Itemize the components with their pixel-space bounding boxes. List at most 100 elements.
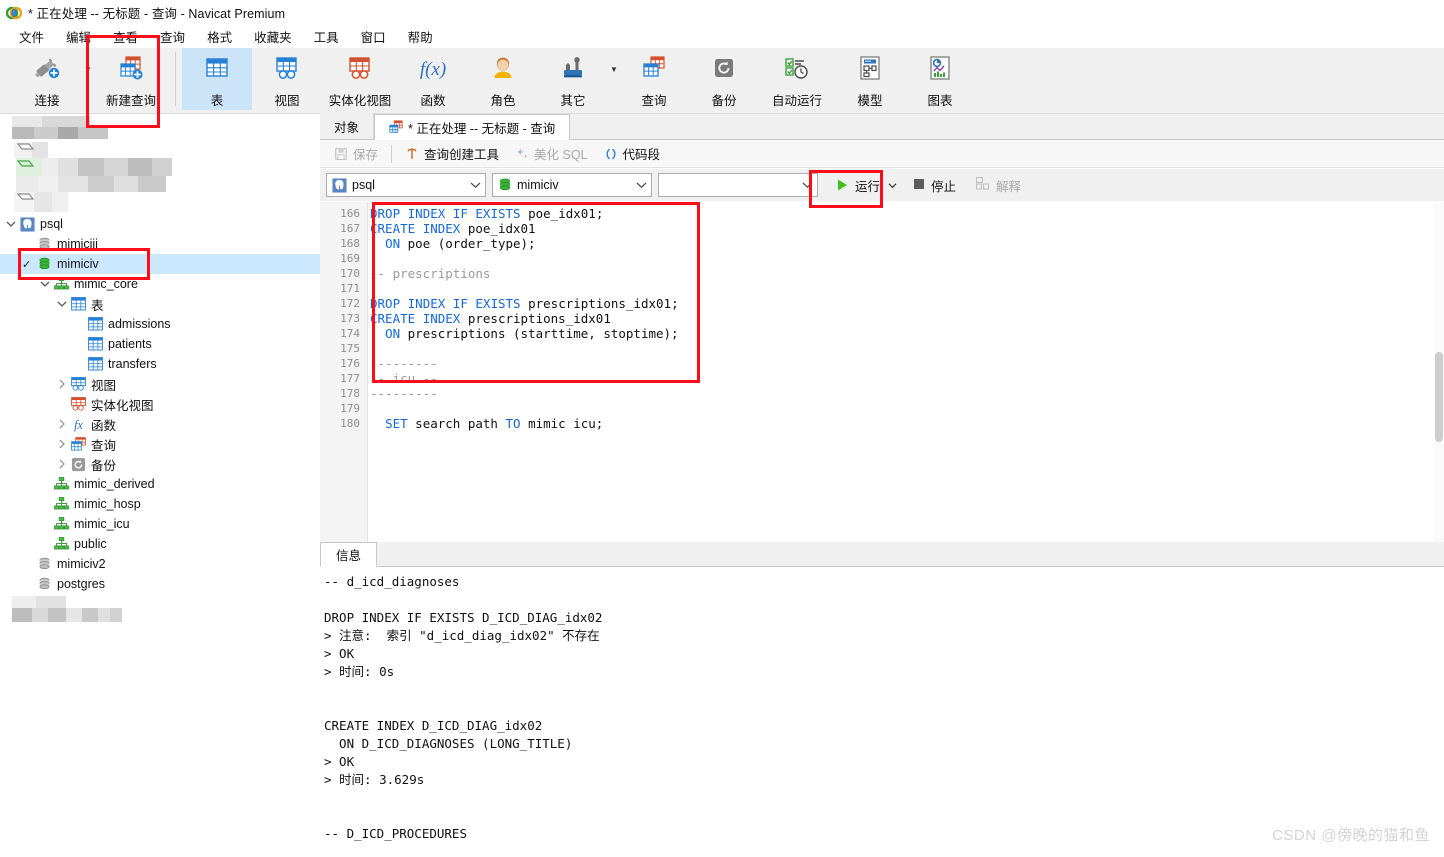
line-number: 170 bbox=[340, 267, 360, 280]
run-button-group[interactable]: 运行 bbox=[832, 176, 897, 195]
ribbon-table[interactable]: 表 bbox=[182, 48, 252, 110]
postgresql-icon bbox=[18, 216, 36, 232]
menu-file[interactable]: 文件 bbox=[8, 27, 55, 46]
ribbon-chart-label: 图表 bbox=[927, 94, 953, 108]
tab-query[interactable]: * 正在处理 -- 无标题 - 查询 bbox=[374, 114, 571, 140]
beautify-sql-button[interactable]: 美化 SQL bbox=[507, 143, 596, 165]
chevron-down-icon[interactable] bbox=[636, 181, 647, 189]
menu-edit[interactable]: 编辑 bbox=[55, 27, 102, 46]
tree-item-queries[interactable]: 查询 bbox=[0, 434, 320, 454]
run-dropdown-caret[interactable] bbox=[888, 176, 897, 194]
save-button[interactable]: 保存 bbox=[326, 143, 386, 165]
other-tools-icon bbox=[558, 52, 588, 84]
tree-item-mimiciv[interactable]: ✓ mimiciv bbox=[0, 254, 320, 274]
tree-item-views[interactable]: 视图 bbox=[0, 374, 320, 394]
query-builder-button[interactable]: 查询创建工具 bbox=[397, 143, 507, 165]
chevron-down-icon[interactable] bbox=[38, 280, 52, 288]
ribbon-other[interactable]: 其它 bbox=[538, 48, 608, 110]
tab-message[interactable]: 信息 bbox=[320, 542, 378, 567]
backup-icon bbox=[69, 457, 87, 472]
tree-item-patients[interactable]: patients bbox=[0, 334, 320, 354]
ribbon-connection-label: 连接 bbox=[34, 94, 60, 108]
database-gray-icon bbox=[35, 237, 53, 252]
play-icon bbox=[836, 178, 849, 192]
code-line: DROP INDEX IF EXISTS poe_idx01; bbox=[370, 206, 604, 221]
ribbon-function[interactable]: f(x) 函数 bbox=[398, 48, 468, 110]
chevron-down-icon[interactable] bbox=[470, 181, 481, 189]
ribbon-model[interactable]: 模型 bbox=[835, 48, 905, 110]
database-select[interactable]: mimiciv bbox=[492, 173, 652, 197]
chevron-down-icon[interactable] bbox=[4, 220, 18, 228]
ribbon-matview[interactable]: 实体化视图 bbox=[322, 48, 398, 110]
ribbon-automation[interactable]: 自动运行 bbox=[759, 48, 835, 110]
message-line: > OK bbox=[324, 646, 355, 661]
sql-editor[interactable]: 166 167 168 169 170 171 172 173 174 175 176 177 178 1… bbox=[320, 202, 1444, 542]
query-tab-icon bbox=[389, 120, 403, 134]
tree-item-label: 表 bbox=[91, 298, 104, 313]
connection-select[interactable]: psql bbox=[326, 173, 486, 197]
code-line: -- icu -- bbox=[370, 371, 438, 386]
tree-item-public[interactable]: public bbox=[0, 534, 320, 554]
run-button[interactable]: 运行 bbox=[832, 176, 884, 195]
navicat-window: * 正在处理 -- 无标题 - 查询 - Navicat Premium 文件 … bbox=[0, 0, 1444, 857]
menu-window[interactable]: 窗口 bbox=[350, 27, 397, 46]
tree-item-backups[interactable]: 备份 bbox=[0, 454, 320, 474]
menu-view[interactable]: 查看 bbox=[102, 27, 149, 46]
chevron-down-icon[interactable] bbox=[55, 300, 69, 308]
line-number: 177 bbox=[340, 372, 360, 385]
editor-vertical-scrollbar[interactable] bbox=[1434, 202, 1444, 542]
tree-item-functions[interactable]: fx 函数 bbox=[0, 414, 320, 434]
tree-item-psql[interactable]: psql bbox=[0, 214, 320, 234]
other-dropdown-caret[interactable]: ▼ bbox=[610, 66, 619, 74]
line-number: 175 bbox=[340, 342, 360, 355]
tab-objects[interactable]: 对象 bbox=[320, 113, 375, 139]
tree-item-mimic-icu[interactable]: mimic_icu bbox=[0, 514, 320, 534]
tree-item-mimic-derived[interactable]: mimic_derived bbox=[0, 474, 320, 494]
ribbon-backup[interactable]: 备份 bbox=[689, 48, 759, 110]
message-line: ON D_ICD_DIAGNOSES (LONG_TITLE) bbox=[324, 736, 573, 751]
tree-item-admissions[interactable]: admissions bbox=[0, 314, 320, 334]
menu-help[interactable]: 帮助 bbox=[397, 27, 444, 46]
tree-item-label: mimiciii bbox=[57, 237, 98, 251]
menu-tools[interactable]: 工具 bbox=[303, 27, 350, 46]
tree-item-mimiciii[interactable]: mimiciii bbox=[0, 234, 320, 254]
chevron-right-icon[interactable] bbox=[55, 419, 69, 429]
chevron-right-icon[interactable] bbox=[55, 379, 69, 389]
database-green-icon bbox=[35, 257, 53, 272]
ribbon-connection[interactable]: 连接 bbox=[12, 48, 82, 110]
stop-button[interactable]: 停止 bbox=[907, 176, 962, 195]
chevron-right-icon[interactable] bbox=[55, 439, 69, 449]
tree-item-label: mimic_derived bbox=[74, 477, 155, 491]
connection-dropdown-caret[interactable]: ▼ bbox=[84, 66, 93, 74]
message-line bbox=[324, 681, 1444, 699]
ribbon-chart[interactable]: 图表 bbox=[905, 48, 975, 110]
ribbon-new-query[interactable]: 新建查询 bbox=[93, 48, 169, 110]
tree-item-postgres[interactable]: postgres bbox=[0, 574, 320, 594]
schema-select[interactable] bbox=[658, 173, 818, 197]
explain-button[interactable]: 解释 bbox=[970, 176, 1027, 195]
sql-code-area[interactable]: DROP INDEX IF EXISTS poe_idx01; CREATE IN… bbox=[370, 202, 1444, 542]
tree-item-matviews[interactable]: 实体化视图 bbox=[0, 394, 320, 414]
ribbon-view[interactable]: 视图 bbox=[252, 48, 322, 110]
menu-favorites[interactable]: 收藏夹 bbox=[243, 27, 303, 46]
message-output[interactable]: -- d_icd_diagnoses DROP INDEX IF EXISTS … bbox=[320, 567, 1444, 857]
navicat-logo-icon bbox=[6, 5, 22, 21]
snippets-button[interactable]: 代码段 bbox=[596, 143, 669, 165]
connection-tree[interactable]: psql mimiciii ✓ mimiciv mimic_core 表 admission… bbox=[0, 214, 320, 594]
chevron-down-icon[interactable] bbox=[802, 181, 813, 189]
connection-tree-sidebar[interactable]: psql mimiciii ✓ mimiciv mimic_core 表 admission… bbox=[0, 114, 320, 857]
chevron-right-icon[interactable] bbox=[55, 459, 69, 469]
tree-item-mimic-hosp[interactable]: mimic_hosp bbox=[0, 494, 320, 514]
tree-item-transfers[interactable]: transfers bbox=[0, 354, 320, 374]
message-line: -- d_icd_diagnoses bbox=[324, 574, 460, 589]
ribbon-backup-label: 备份 bbox=[711, 94, 737, 108]
tree-item-tables[interactable]: 表 bbox=[0, 294, 320, 314]
ribbon-role[interactable]: 角色 bbox=[468, 48, 538, 110]
tree-item-mimic-core[interactable]: mimic_core bbox=[0, 274, 320, 294]
ribbon-query[interactable]: 查询 bbox=[619, 48, 689, 110]
menu-format[interactable]: 格式 bbox=[196, 27, 243, 46]
tree-item-mimiciv2[interactable]: mimiciv2 bbox=[0, 554, 320, 574]
menu-query[interactable]: 查询 bbox=[149, 27, 196, 46]
editor-scroll-thumb[interactable] bbox=[1435, 352, 1443, 442]
